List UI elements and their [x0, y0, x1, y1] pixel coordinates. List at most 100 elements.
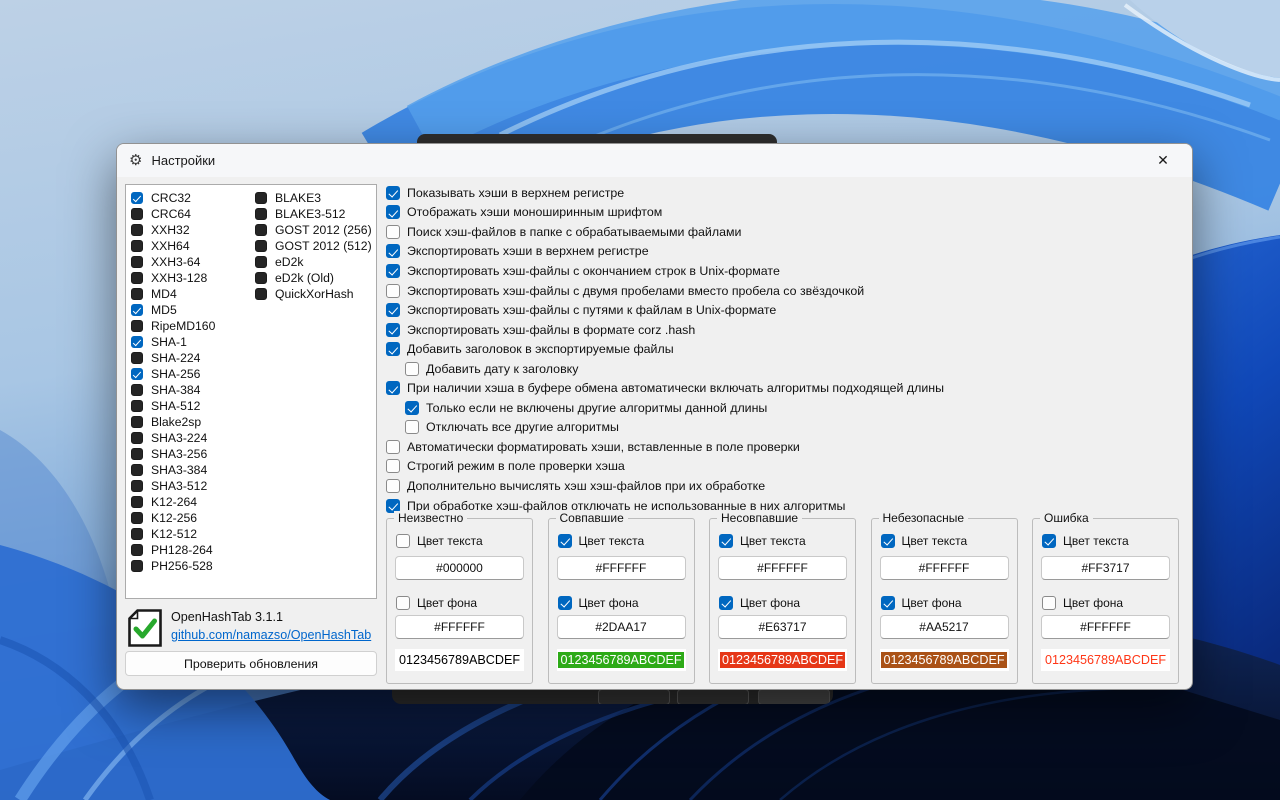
algorithm-checkbox[interactable] — [255, 288, 267, 300]
algorithm-checkbox[interactable] — [131, 272, 143, 284]
option-checkbox-checked[interactable] — [386, 185, 400, 200]
bg-color-row[interactable]: Цвет фона — [719, 596, 846, 610]
option-checkbox[interactable] — [386, 224, 400, 239]
background-window-button[interactable] — [758, 689, 830, 704]
bg-color-checkbox[interactable] — [396, 596, 410, 610]
algorithm-checkbox[interactable] — [131, 544, 143, 556]
algorithm-checkbox[interactable] — [131, 480, 143, 492]
algorithm-checkbox[interactable] — [131, 288, 143, 300]
algorithm-item[interactable]: PH256-528 — [131, 558, 255, 574]
option-item[interactable]: При обработке хэш-файлов отключать не ис… — [386, 496, 944, 516]
text-color-input[interactable]: #FFFFFF — [556, 556, 686, 580]
algorithm-checkbox[interactable] — [131, 416, 143, 428]
bg-color-row[interactable]: Цвет фона — [557, 596, 685, 610]
option-checkbox-checked[interactable] — [386, 263, 400, 278]
option-checkbox-checked[interactable] — [386, 303, 400, 318]
algorithm-item[interactable]: PH128-264 — [131, 542, 255, 558]
text-color-row[interactable]: Цвет текста — [557, 534, 685, 548]
option-item[interactable]: Дополнительно вычислять хэш хэш-файлов п… — [386, 476, 944, 496]
algorithm-checkbox-checked[interactable] — [131, 304, 143, 316]
algorithm-item[interactable]: MD4 — [131, 286, 255, 302]
algorithm-item[interactable]: SHA-384 — [131, 382, 255, 398]
algorithm-checkbox[interactable] — [131, 448, 143, 460]
algorithm-item[interactable]: SHA-256 — [131, 366, 255, 382]
algorithm-item[interactable]: SHA3-256 — [131, 446, 255, 462]
algorithm-checkbox[interactable] — [131, 400, 143, 412]
algorithm-item[interactable]: GOST 2012 (512) — [255, 238, 376, 254]
option-checkbox[interactable] — [386, 439, 400, 454]
algorithm-checkbox[interactable] — [255, 240, 267, 252]
algorithm-item[interactable]: MD5 — [131, 302, 255, 318]
algorithm-checkbox[interactable] — [255, 224, 267, 236]
text-color-input[interactable]: #FFFFFF — [879, 556, 1009, 580]
algorithm-checkbox[interactable] — [131, 528, 143, 540]
algorithm-checkbox[interactable] — [255, 256, 267, 268]
background-window-button[interactable] — [598, 689, 670, 704]
algorithm-item[interactable]: SHA3-224 — [131, 430, 255, 446]
algorithm-item[interactable]: SHA3-512 — [131, 478, 255, 494]
algorithm-item[interactable]: SHA-512 — [131, 398, 255, 414]
option-item[interactable]: Отображать хэши моноширинным шрифтом — [386, 203, 944, 223]
algorithm-item[interactable]: CRC32 — [131, 190, 255, 206]
github-link[interactable]: github.com/namazso/OpenHashTab — [171, 628, 371, 642]
text-color-checkbox[interactable] — [396, 534, 410, 548]
bg-color-input[interactable]: #2DAA17 — [556, 615, 686, 639]
algorithm-checkbox-checked[interactable] — [131, 336, 143, 348]
algorithm-checkbox[interactable] — [131, 384, 143, 396]
algorithm-item[interactable]: XXH32 — [131, 222, 255, 238]
algorithm-checkbox-checked[interactable] — [131, 368, 143, 380]
text-color-input[interactable]: #000000 — [395, 556, 524, 580]
algorithm-checkbox[interactable] — [131, 224, 143, 236]
text-color-checkbox-checked[interactable] — [1042, 534, 1056, 548]
algorithm-item[interactable]: BLAKE3-512 — [255, 206, 376, 222]
algorithm-checkbox[interactable] — [131, 352, 143, 364]
text-color-input[interactable]: #FF3717 — [1041, 556, 1170, 580]
option-item[interactable]: Экспортировать хэш-файлы с путями к файл… — [386, 300, 944, 320]
algorithm-checkbox[interactable] — [131, 512, 143, 524]
algorithm-item[interactable]: BLAKE3 — [255, 190, 376, 206]
option-checkbox[interactable] — [386, 478, 400, 493]
algorithm-item[interactable]: K12-512 — [131, 526, 255, 542]
bg-color-row[interactable]: Цвет фона — [880, 596, 1008, 610]
option-checkbox-checked[interactable] — [386, 205, 400, 220]
algorithm-checkbox[interactable] — [131, 256, 143, 268]
algorithm-checkbox-checked[interactable] — [131, 192, 143, 204]
option-item[interactable]: При наличии хэша в буфере обмена автомат… — [386, 378, 944, 398]
text-color-checkbox-checked[interactable] — [880, 534, 895, 548]
bg-color-checkbox-checked[interactable] — [719, 596, 733, 610]
option-checkbox-checked[interactable] — [405, 400, 419, 415]
algorithm-item[interactable]: eD2k (Old) — [255, 270, 376, 286]
text-color-row[interactable]: Цвет текста — [880, 534, 1008, 548]
algorithm-checkbox[interactable] — [131, 240, 143, 252]
option-item[interactable]: Добавить заголовок в экспортируемые файл… — [386, 339, 944, 359]
option-item[interactable]: Добавить дату к заголовку — [405, 359, 944, 379]
algorithm-list[interactable]: CRC32 CRC64 XXH32 XXH64 XXH3-64 XXH3-128 MD4 MD… — [125, 184, 377, 599]
option-checkbox[interactable] — [405, 361, 419, 376]
text-color-checkbox-checked[interactable] — [557, 534, 572, 548]
option-checkbox-checked[interactable] — [386, 381, 400, 396]
algorithm-item[interactable]: K12-264 — [131, 494, 255, 510]
algorithm-checkbox[interactable] — [131, 496, 143, 508]
option-item[interactable]: Экспортировать хэш-файлы в формате corz … — [386, 320, 944, 340]
algorithm-checkbox[interactable] — [131, 432, 143, 444]
text-color-checkbox-checked[interactable] — [719, 534, 733, 548]
bg-color-checkbox-checked[interactable] — [880, 596, 895, 610]
bg-color-checkbox-checked[interactable] — [557, 596, 572, 610]
algorithm-item[interactable]: SHA3-384 — [131, 462, 255, 478]
option-item[interactable]: Экспортировать хэши в верхнем регистре — [386, 242, 944, 262]
algorithm-item[interactable]: K12-256 — [131, 510, 255, 526]
option-item[interactable]: Только если не включены другие алгоритмы… — [405, 398, 944, 418]
option-checkbox[interactable] — [405, 420, 419, 435]
algorithm-checkbox[interactable] — [131, 560, 143, 572]
algorithm-checkbox[interactable] — [255, 208, 267, 220]
algorithm-checkbox[interactable] — [131, 464, 143, 476]
text-color-input[interactable]: #FFFFFF — [718, 556, 847, 580]
option-item[interactable]: Автоматически форматировать хэши, вставл… — [386, 437, 944, 457]
bg-color-row[interactable]: Цвет фона — [1042, 596, 1169, 610]
algorithm-item[interactable]: CRC64 — [131, 206, 255, 222]
option-item[interactable]: Строгий режим в поле проверки хэша — [386, 457, 944, 477]
bg-color-input[interactable]: #E63717 — [718, 615, 847, 639]
text-color-row[interactable]: Цвет текста — [1042, 534, 1169, 548]
background-window-button[interactable] — [677, 689, 749, 704]
option-item[interactable]: Экспортировать хэш-файлы с окончанием ст… — [386, 261, 944, 281]
